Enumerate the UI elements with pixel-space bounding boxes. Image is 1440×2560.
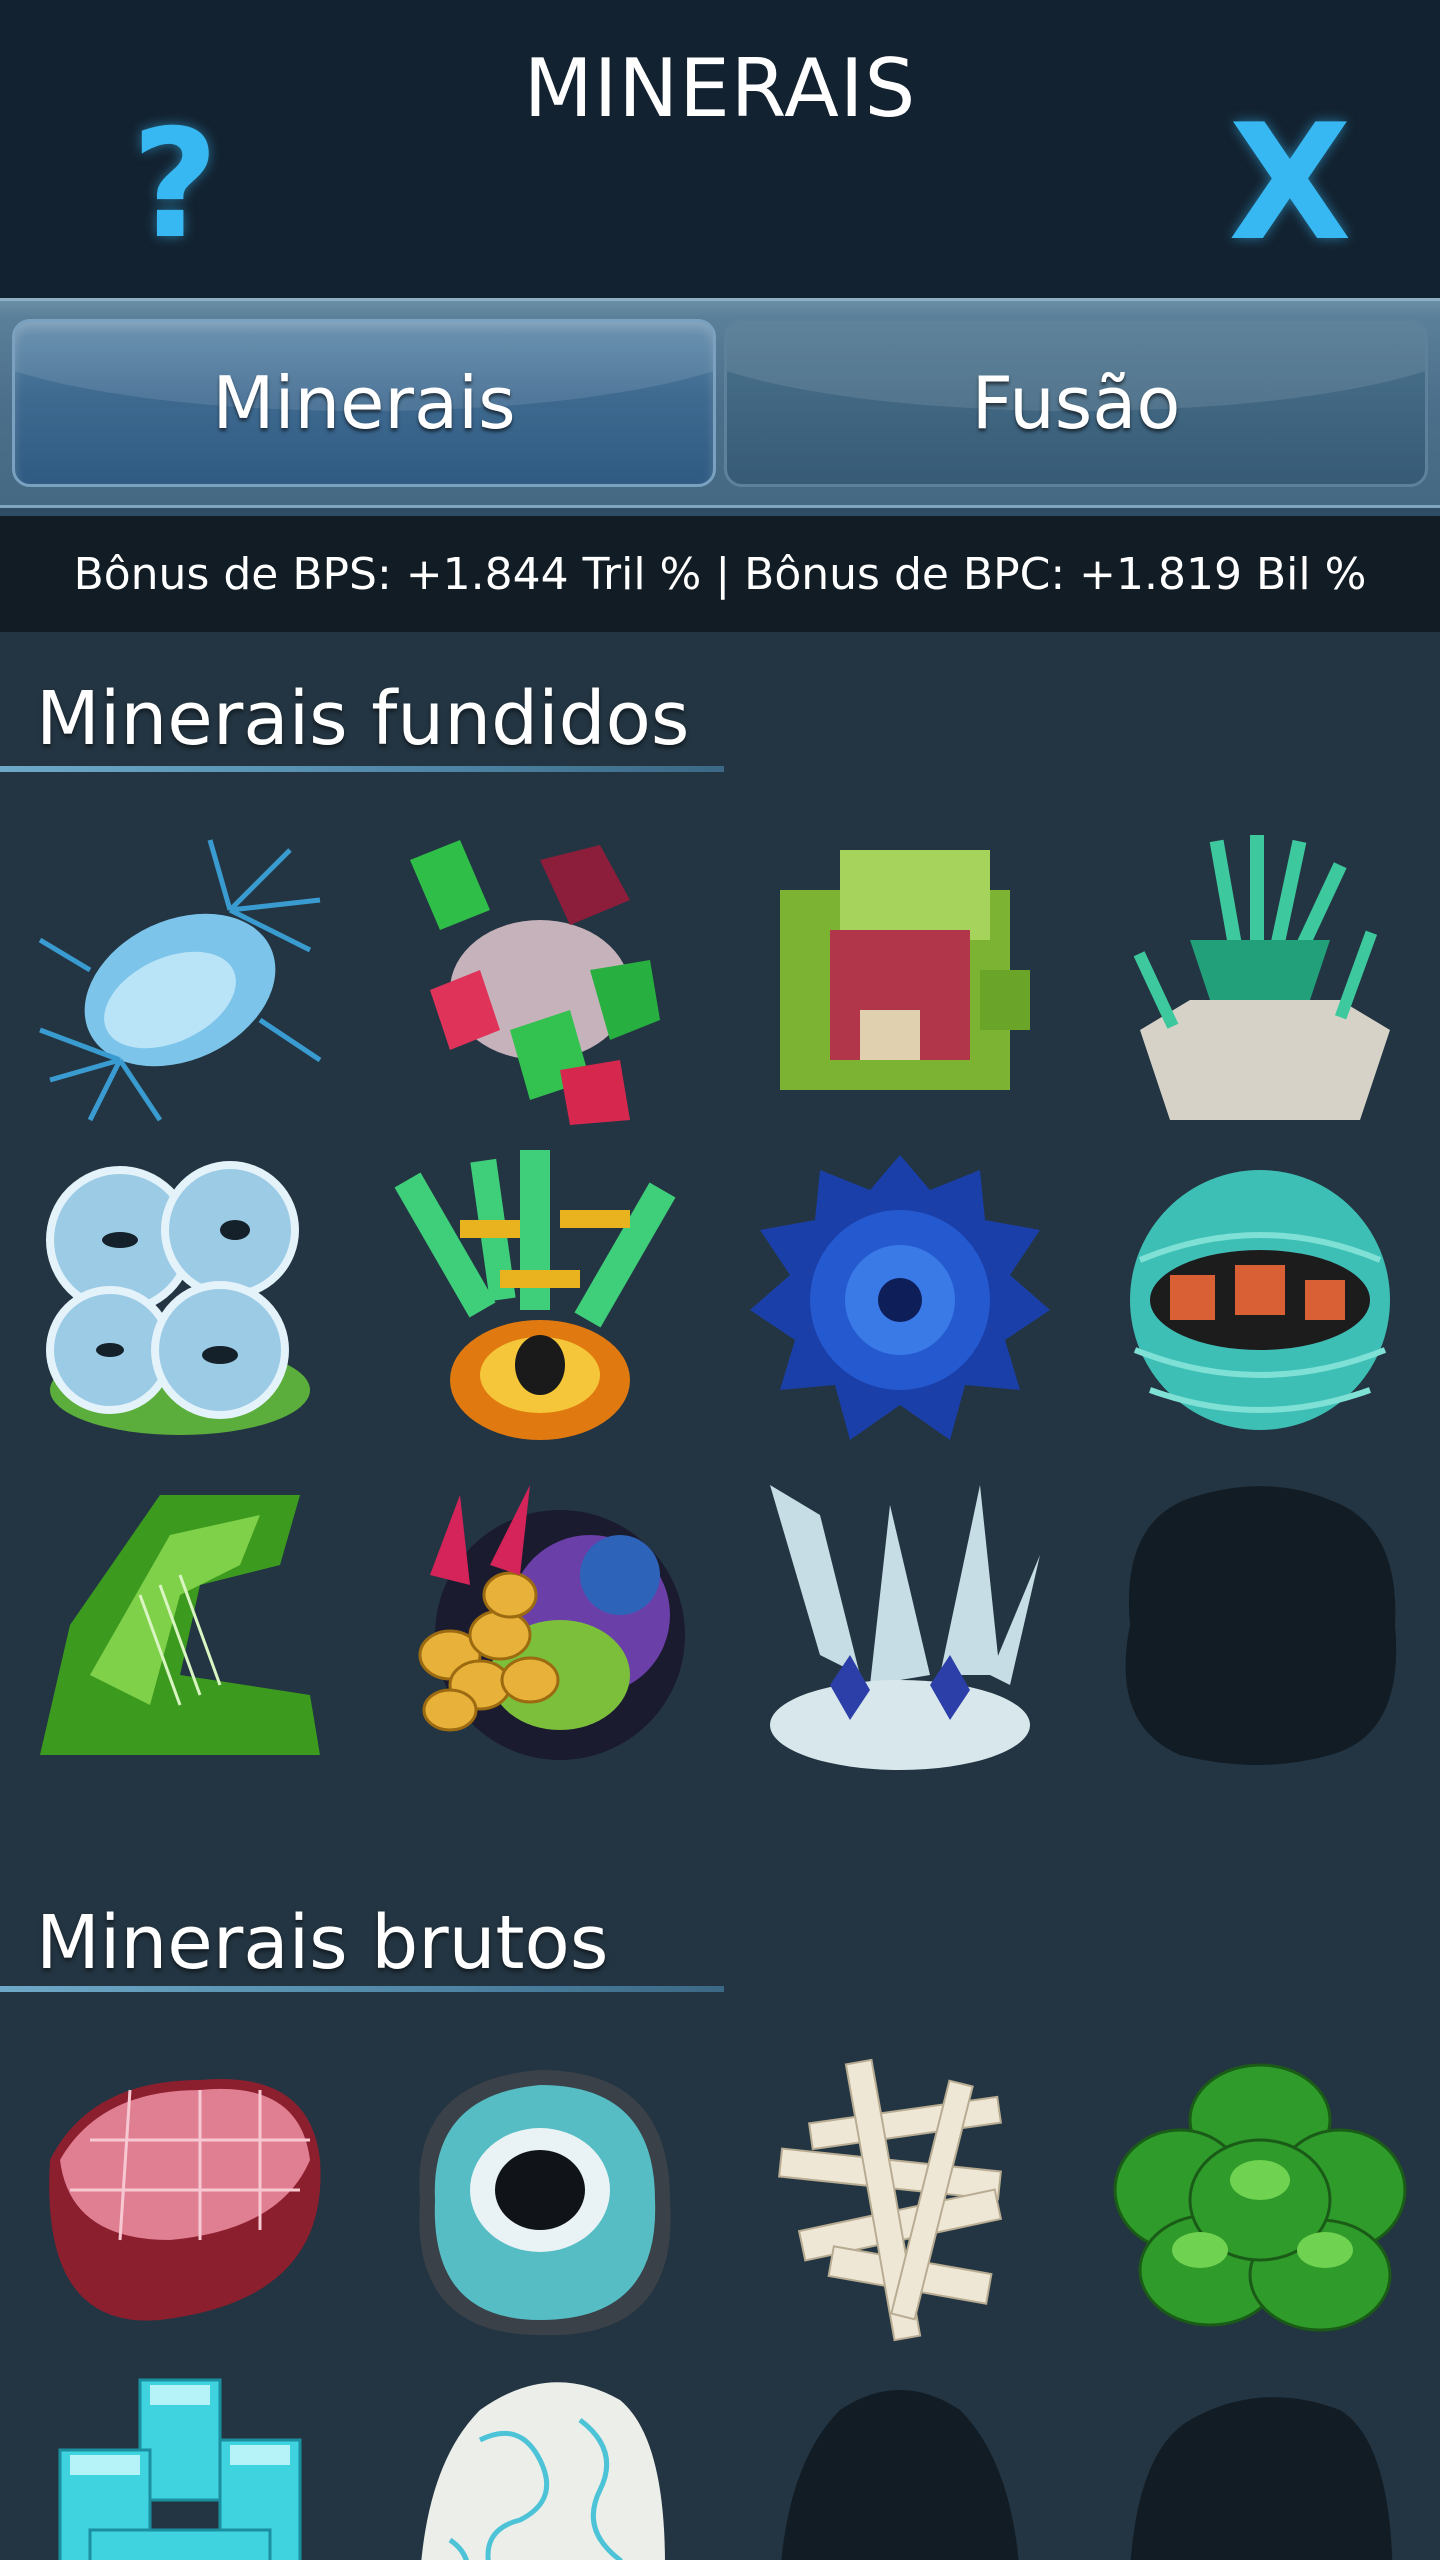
raw-mineral-6[interactable] (390, 2360, 690, 2560)
teal-geode-mineral-icon (419, 2070, 671, 2336)
raw-minerals-heading: Minerais brutos (36, 1900, 609, 1986)
green-pixel-crystal-mineral-icon (40, 1495, 320, 1755)
header-bar: MINERAIS ? X (0, 0, 1440, 298)
fused-mineral-6[interactable] (390, 1150, 690, 1450)
white-stick-pile-mineral-icon (778, 2058, 1003, 2342)
blue-scaled-orb-mineral-icon (750, 1155, 1050, 1440)
locked-mineral-silhouette-icon (1130, 2397, 1393, 2560)
green-crystal-flower-mineral-icon (394, 1150, 676, 1440)
raw-mineral-3[interactable] (750, 2050, 1050, 2350)
fused-mineral-1[interactable] (30, 830, 330, 1130)
fused-mineral-4[interactable] (1110, 830, 1410, 1130)
fused-minerals-divider (0, 766, 724, 772)
close-icon: X (1228, 89, 1352, 276)
tab-minerais-label: Minerais (212, 361, 516, 445)
raw-mineral-2[interactable] (390, 2050, 690, 2350)
fused-mineral-8[interactable] (1110, 1150, 1410, 1450)
raw-mineral-8-locked[interactable] (1110, 2360, 1410, 2560)
fused-mineral-11[interactable] (750, 1475, 1050, 1775)
tab-minerais[interactable]: Minerais (12, 319, 716, 487)
raw-mineral-5[interactable] (30, 2360, 330, 2560)
fused-mineral-9[interactable] (30, 1475, 330, 1775)
raw-mineral-1[interactable] (30, 2050, 330, 2350)
question-mark-icon: ? (131, 98, 219, 272)
help-button[interactable]: ? (110, 110, 240, 260)
raw-mineral-4[interactable] (1110, 2050, 1410, 2350)
tab-bar: Minerais Fusão (0, 298, 1440, 516)
white-marbled-rock-mineral-icon (421, 2382, 665, 2560)
fused-mineral-5[interactable] (30, 1150, 330, 1450)
fused-mineral-2[interactable] (390, 830, 690, 1130)
locked-mineral-silhouette-icon (1125, 1486, 1397, 1765)
cyan-cube-crystal-mineral-icon (58, 2378, 302, 2560)
fused-mineral-3[interactable] (750, 830, 1050, 1130)
fused-minerals-heading: Minerais fundidos (36, 676, 690, 762)
red-green-gem-cluster-mineral-icon (410, 840, 660, 1125)
green-red-cube-mineral-icon (780, 850, 1030, 1090)
raw-mineral-7-locked[interactable] (750, 2360, 1050, 2560)
bonus-info-bar: Bônus de BPS: +1.844 Tril % | Bônus de B… (0, 516, 1440, 632)
bonus-text: Bônus de BPS: +1.844 Tril % | Bônus de B… (73, 548, 1367, 600)
rainbow-rock-yellow-nodules-mineral-icon (418, 1485, 685, 1760)
white-spire-blue-gem-mineral-icon (770, 1485, 1040, 1770)
pink-scaled-rock-mineral-icon (49, 2079, 321, 2321)
fused-mineral-7[interactable] (750, 1150, 1050, 1450)
locked-mineral-silhouette-icon (781, 2390, 1019, 2560)
teal-sphere-orange-crystal-mineral-icon (1130, 1170, 1390, 1430)
tab-fusao-label: Fusão (971, 361, 1181, 445)
fused-mineral-12-locked[interactable] (1110, 1475, 1410, 1775)
fused-mineral-10[interactable] (390, 1475, 690, 1775)
close-button[interactable]: X (1220, 103, 1360, 263)
green-leafy-mineral-icon (1113, 2063, 1407, 2332)
blue-spiky-crystal-mineral-icon (38, 839, 322, 1122)
teal-crystal-fan-mineral-icon (1133, 835, 1390, 1120)
tab-fusao[interactable]: Fusão (724, 319, 1428, 487)
raw-minerals-divider (0, 1986, 724, 1992)
blue-geode-bubbles-mineral-icon (46, 1161, 310, 1435)
